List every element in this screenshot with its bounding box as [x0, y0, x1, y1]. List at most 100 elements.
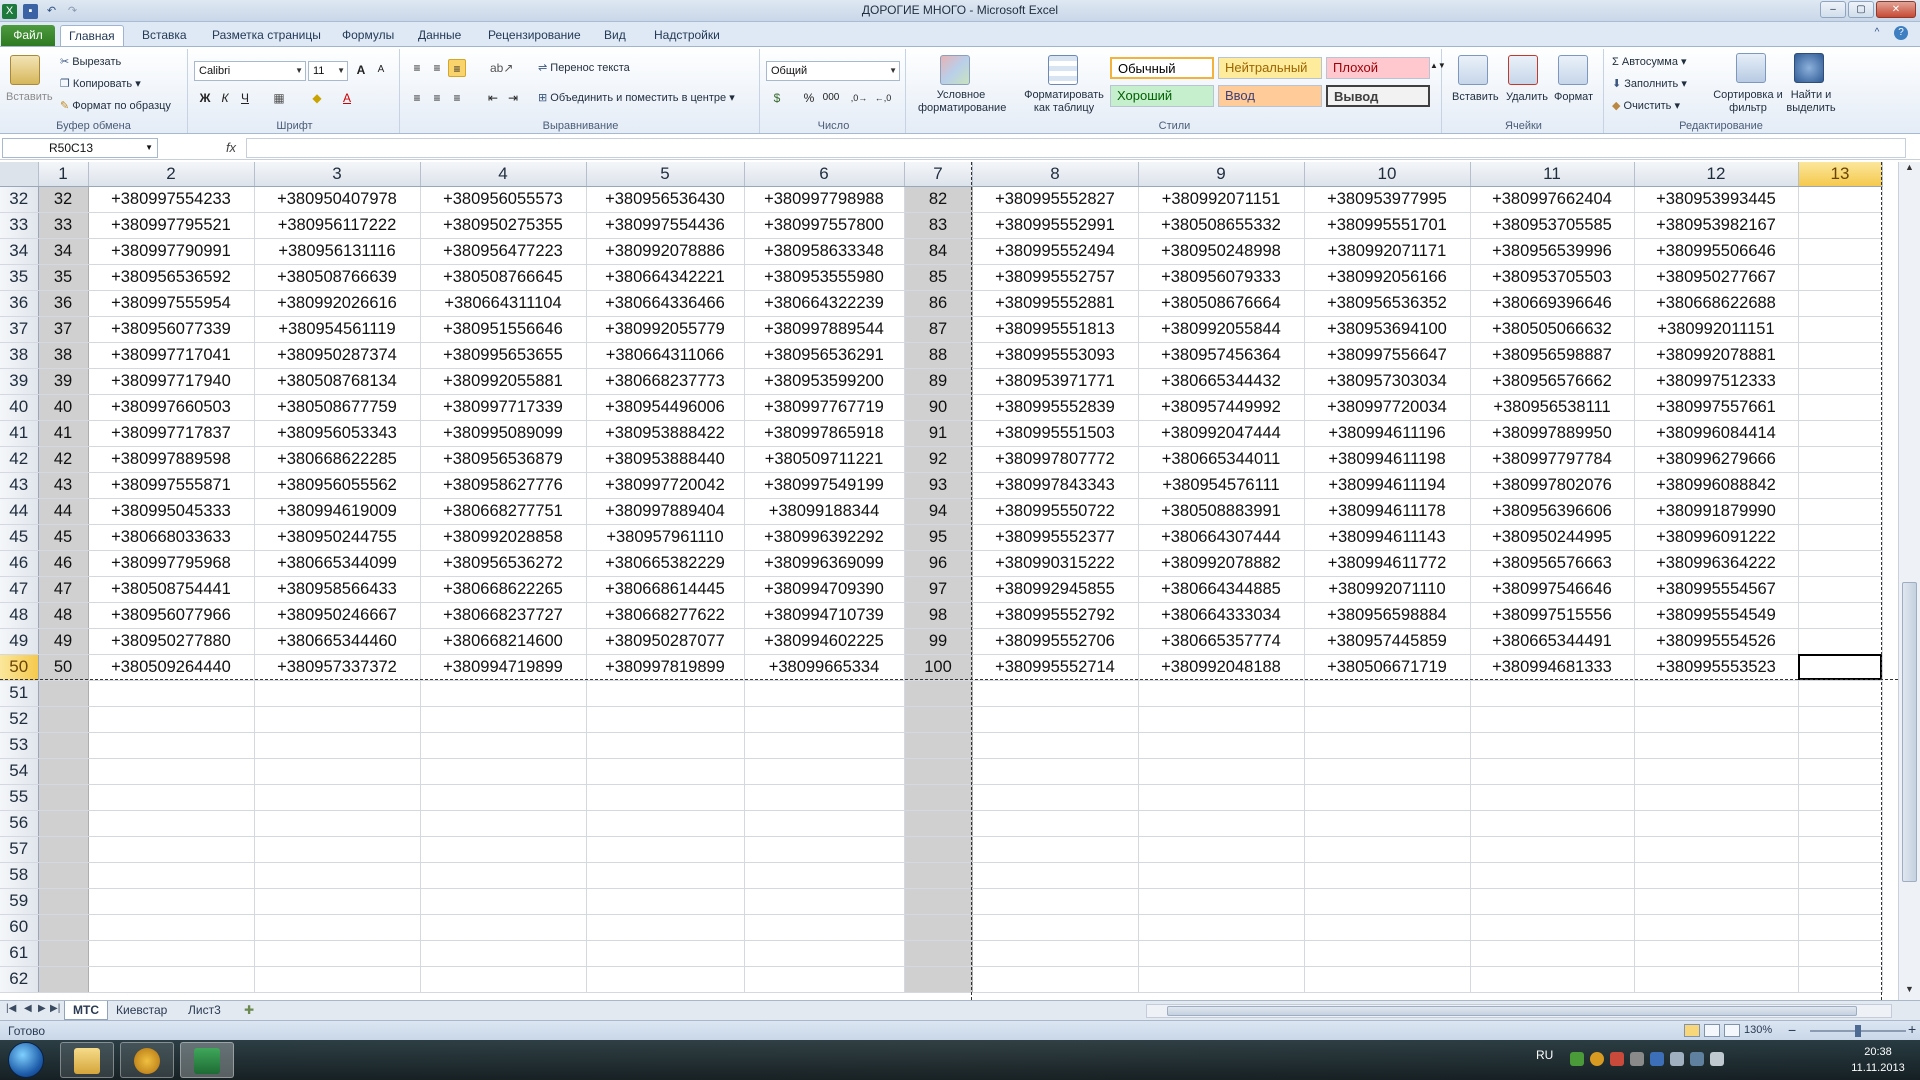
- scroll-down-icon[interactable]: ▼: [1899, 984, 1920, 1000]
- cell[interactable]: +380997795521: [88, 212, 255, 239]
- cell[interactable]: [38, 732, 89, 759]
- cell[interactable]: +380665357774: [1138, 628, 1305, 655]
- cell[interactable]: +380953555980: [744, 264, 905, 291]
- row-header[interactable]: 32: [0, 186, 39, 213]
- cell[interactable]: +380956576662: [1470, 368, 1635, 395]
- row-header[interactable]: 34: [0, 238, 39, 265]
- sheet-tab-mts[interactable]: МТС: [64, 1001, 108, 1020]
- cell[interactable]: +380509264440: [88, 654, 255, 681]
- cell[interactable]: [254, 706, 421, 733]
- cell[interactable]: +380994719899: [420, 654, 587, 681]
- cell[interactable]: +380995554526: [1634, 628, 1799, 655]
- cell[interactable]: +380958627776: [420, 472, 587, 499]
- align-left-icon[interactable]: ≡: [408, 89, 426, 107]
- cell[interactable]: [744, 836, 905, 863]
- clock[interactable]: 20:38 11.11.2013: [1840, 1044, 1916, 1076]
- cell[interactable]: 37: [38, 316, 89, 343]
- cell[interactable]: [1798, 524, 1883, 551]
- increase-indent-icon[interactable]: ⇥: [504, 89, 522, 107]
- cell[interactable]: +380950277667: [1634, 264, 1799, 291]
- cell[interactable]: [744, 888, 905, 915]
- cell[interactable]: +380997554436: [586, 212, 745, 239]
- cell[interactable]: +380950275355: [420, 212, 587, 239]
- cell[interactable]: +380990315222: [972, 550, 1139, 577]
- align-right-icon[interactable]: ≡: [448, 89, 466, 107]
- column-header[interactable]: 12: [1634, 162, 1799, 187]
- cell[interactable]: +380995552757: [972, 264, 1139, 291]
- column-header[interactable]: 5: [586, 162, 745, 187]
- cell[interactable]: +380668237773: [586, 368, 745, 395]
- horizontal-scrollbar[interactable]: [1146, 1004, 1892, 1018]
- cell[interactable]: [1798, 836, 1883, 863]
- cell[interactable]: +380995045333: [88, 498, 255, 525]
- cell[interactable]: [38, 706, 89, 733]
- cell[interactable]: +380992071110: [1304, 576, 1471, 603]
- cell[interactable]: [1798, 862, 1883, 889]
- cell[interactable]: [904, 758, 973, 785]
- cell[interactable]: [586, 940, 745, 967]
- cell[interactable]: [744, 706, 905, 733]
- row-header[interactable]: 41: [0, 420, 39, 447]
- borders-icon[interactable]: ▦: [270, 89, 288, 107]
- cell[interactable]: [1634, 680, 1799, 707]
- cell[interactable]: [744, 940, 905, 967]
- cell[interactable]: +380997807772: [972, 446, 1139, 473]
- cell[interactable]: +380997790991: [88, 238, 255, 265]
- volume-icon[interactable]: [1710, 1052, 1724, 1066]
- cell[interactable]: +380956477223: [420, 238, 587, 265]
- cell[interactable]: +380953888422: [586, 420, 745, 447]
- cell[interactable]: +380997802076: [1470, 472, 1635, 499]
- cell[interactable]: [420, 732, 587, 759]
- column-header[interactable]: 3: [254, 162, 421, 187]
- tab-review[interactable]: Рецензирование: [480, 25, 589, 46]
- cell[interactable]: [1304, 810, 1471, 837]
- cell[interactable]: [1304, 732, 1471, 759]
- tab-page-layout[interactable]: Разметка страницы: [204, 25, 329, 46]
- zoom-slider-thumb[interactable]: [1855, 1025, 1861, 1037]
- cell[interactable]: [1470, 680, 1635, 707]
- cell[interactable]: [1470, 836, 1635, 863]
- cell[interactable]: +380508754441: [88, 576, 255, 603]
- cell[interactable]: [88, 914, 255, 941]
- select-all-corner[interactable]: [0, 162, 39, 187]
- cell[interactable]: [420, 940, 587, 967]
- cell[interactable]: +380508655332: [1138, 212, 1305, 239]
- cell[interactable]: 38: [38, 342, 89, 369]
- cell[interactable]: 84: [904, 238, 973, 265]
- prev-sheet-icon[interactable]: ◀: [24, 1003, 32, 1014]
- tray-icon-2[interactable]: [1590, 1052, 1604, 1066]
- cell[interactable]: +380950246667: [254, 602, 421, 629]
- scroll-up-icon[interactable]: ▲: [1899, 162, 1920, 178]
- cell[interactable]: [1798, 784, 1883, 811]
- cell[interactable]: 85: [904, 264, 973, 291]
- cell[interactable]: [972, 966, 1139, 993]
- cell[interactable]: [1798, 472, 1883, 499]
- cell[interactable]: [904, 862, 973, 889]
- cell[interactable]: +380997556647: [1304, 342, 1471, 369]
- row-header[interactable]: 60: [0, 914, 39, 941]
- italic-button[interactable]: К: [216, 89, 234, 107]
- cell[interactable]: +380957303034: [1304, 368, 1471, 395]
- cell[interactable]: 48: [38, 602, 89, 629]
- cell[interactable]: +380995552706: [972, 628, 1139, 655]
- row-header[interactable]: 51: [0, 680, 39, 707]
- cell[interactable]: +380992026616: [254, 290, 421, 317]
- column-header[interactable]: 10: [1304, 162, 1471, 187]
- format-as-table-icon[interactable]: [1048, 55, 1078, 85]
- cut-button[interactable]: ✂ Вырезать: [60, 55, 121, 68]
- row-header[interactable]: 35: [0, 264, 39, 291]
- cell[interactable]: [1470, 966, 1635, 993]
- cell[interactable]: [1798, 290, 1883, 317]
- cell[interactable]: [254, 940, 421, 967]
- column-header[interactable]: 13: [1798, 162, 1883, 187]
- cell[interactable]: [1634, 836, 1799, 863]
- cell[interactable]: +380994602225: [744, 628, 905, 655]
- cell[interactable]: +380992028858: [420, 524, 587, 551]
- row-header[interactable]: 38: [0, 342, 39, 369]
- cell[interactable]: [1798, 888, 1883, 915]
- cell[interactable]: [38, 680, 89, 707]
- cell[interactable]: [38, 784, 89, 811]
- cell[interactable]: [1798, 914, 1883, 941]
- cell[interactable]: [88, 810, 255, 837]
- cell[interactable]: [1304, 706, 1471, 733]
